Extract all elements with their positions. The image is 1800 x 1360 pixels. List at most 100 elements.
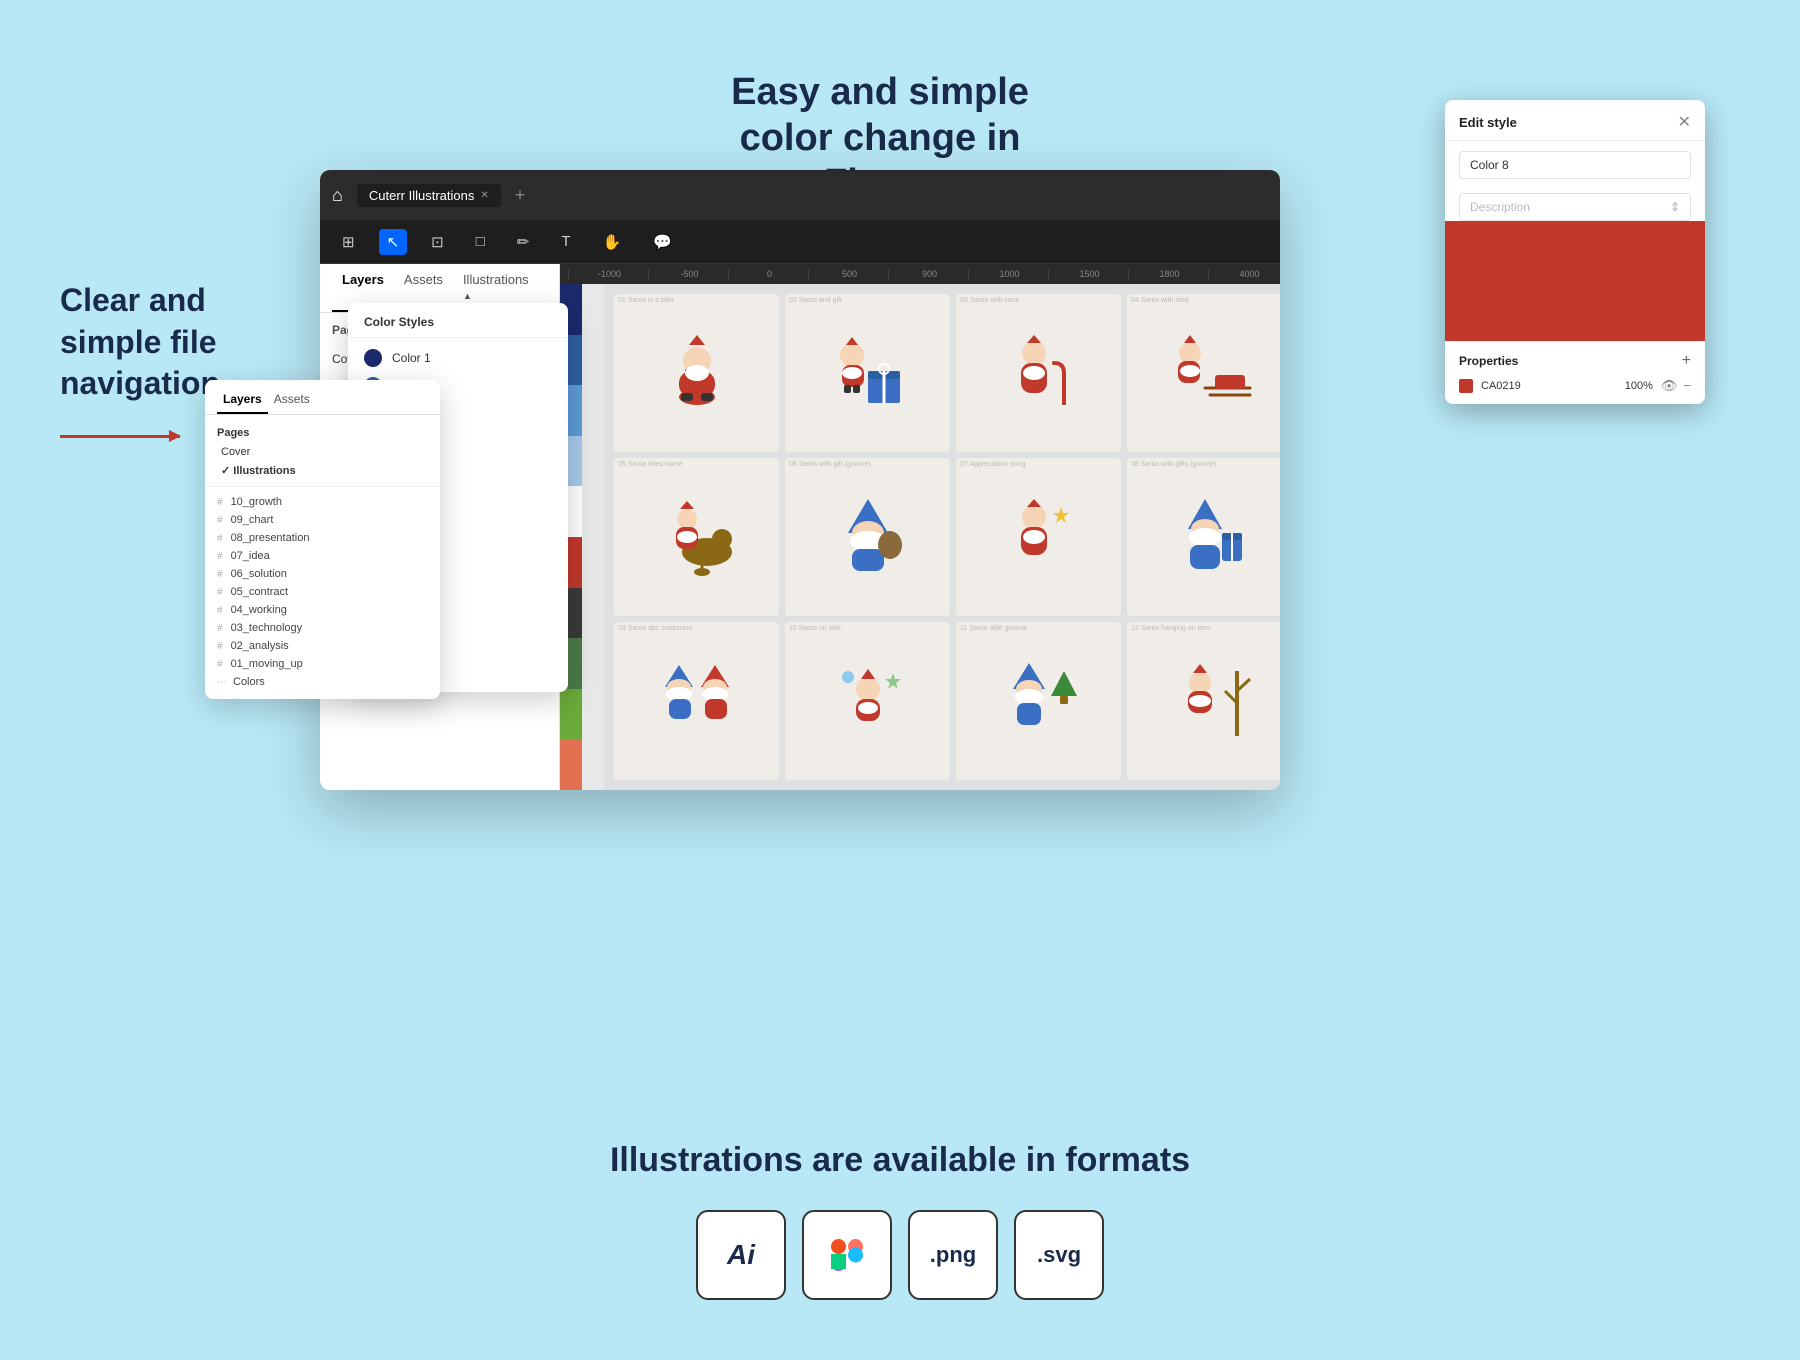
illus-svg-4 (1160, 333, 1260, 413)
ruler-4000: 4000 (1208, 269, 1280, 279)
color-preview-large (1445, 221, 1705, 341)
toolbar-text-btn[interactable]: T (553, 229, 578, 254)
layers-float-pages-label: Pages (205, 423, 440, 443)
property-hex-value: CA0219 (1481, 380, 1617, 392)
color-name-input[interactable] (1459, 151, 1691, 179)
layers-float-tab-layers[interactable]: Layers (217, 392, 268, 414)
illus-svg-6 (828, 497, 908, 577)
toolbar-grid-btn[interactable]: ⊞ (334, 229, 363, 255)
format-figma-box (802, 1210, 892, 1300)
float-layer-09-chart[interactable]: # 09_chart (205, 511, 440, 529)
hash-icon: # (217, 569, 223, 580)
float-layer-04-working[interactable]: # 04_working (205, 601, 440, 619)
illus-label-1: 01 Santa is a pilot (618, 297, 674, 304)
color-styles-title: Color Styles (348, 315, 568, 338)
add-tab-button[interactable]: + (509, 185, 532, 206)
float-layer-01-moving-up[interactable]: # 01_moving_up (205, 655, 440, 673)
svg-label: .svg (1037, 1242, 1081, 1268)
hash-icon: # (217, 587, 223, 598)
float-layer-08-presentation[interactable]: # 08_presentation (205, 529, 440, 547)
toolbar-comment-btn[interactable]: 💬 (645, 229, 680, 255)
hash-icon: # (217, 623, 223, 634)
add-property-btn[interactable]: + (1682, 352, 1691, 370)
illus-label-9: 09 Santa abc customize (618, 625, 693, 632)
illus-svg-12 (1165, 661, 1255, 741)
illus-cell-4: 04 Santa with sled (1127, 294, 1280, 452)
hash-icon: # (217, 605, 223, 616)
minus-icon[interactable]: − (1683, 378, 1691, 394)
figma-home-icon[interactable]: ⌂ (332, 185, 343, 206)
ai-label: Ai (727, 1239, 755, 1271)
properties-title: Properties (1459, 354, 1518, 368)
illus-label-2: 02 Santa and gift (789, 297, 842, 304)
toolbar-pen-btn[interactable]: ✏ (509, 229, 538, 255)
color-style-item-1[interactable]: Color 1 (348, 344, 568, 372)
ruler-900: 900 (888, 269, 968, 279)
layers-float-page-illustrations[interactable]: ✓ Illustrations (205, 461, 440, 480)
float-layer-03-technology[interactable]: # 03_technology (205, 619, 440, 637)
figma-tab-active[interactable]: Cuterr Illustrations ✕ (357, 184, 501, 207)
illus-svg-8 (1170, 497, 1250, 577)
property-color-dot (1459, 379, 1473, 393)
float-layer-02-analysis[interactable]: # 02_analysis (205, 637, 440, 655)
ruler-0: 0 (728, 269, 808, 279)
illus-label-8: 08 Santa with gifts (gnome) (1131, 461, 1216, 468)
hash-icon: # (217, 497, 223, 508)
figma-toolbar: ⊞ ↖ ⊡ □ ✏ T ✋ 💬 (320, 220, 1280, 264)
layers-floating-panel: Layers Assets Pages Cover ✓ Illustration… (205, 380, 440, 699)
illus-cell-12: 12 Santa hanging on item (1127, 622, 1280, 780)
strip-10 (560, 739, 582, 790)
layers-float-tabs: Layers Assets (205, 392, 440, 415)
strip-9 (560, 689, 582, 740)
toolbar-hand-btn[interactable]: ✋ (595, 229, 630, 255)
format-icons: Ai .png .svg (0, 1210, 1800, 1300)
illus-cell-7: 07 Appreciation song (956, 458, 1121, 616)
float-layer-05-contract[interactable]: # 05_contract (205, 583, 440, 601)
illus-svg-9 (657, 661, 737, 741)
color-swatch-1 (364, 349, 382, 367)
illus-label-7: 07 Appreciation song (960, 461, 1025, 468)
tab-close-icon[interactable]: ✕ (480, 190, 488, 201)
illus-svg-7 (999, 497, 1079, 577)
float-layer-10-growth[interactable]: # 10_growth (205, 493, 440, 511)
visibility-icon[interactable]: 👁 (1661, 378, 1678, 394)
illus-svg-2 (828, 333, 908, 413)
float-layer-07-idea[interactable]: # 07_idea (205, 547, 440, 565)
edit-style-close-btn[interactable]: ✕ (1678, 112, 1691, 132)
png-label: .png (930, 1242, 976, 1268)
illus-label-6: 06 Santa with gift (gnome) (789, 461, 871, 468)
canvas-illustration-grid: 01 Santa is a pilot (604, 284, 1280, 790)
description-field[interactable]: Description ⇕ (1459, 193, 1691, 221)
dots-icon: ⋯ (217, 677, 227, 688)
property-opacity: 100% (1625, 380, 1653, 392)
hash-icon: # (217, 533, 223, 544)
illus-svg-1 (657, 333, 737, 413)
float-layer-06-solution[interactable]: # 06_solution (205, 565, 440, 583)
illus-label-4: 04 Santa with sled (1131, 297, 1188, 304)
illus-label-5: 05 Santa rides horse (618, 461, 683, 468)
ruler-neg500: -500 (648, 269, 728, 279)
hash-icon: # (217, 659, 223, 670)
ruler-neg1000: -1000 (568, 269, 648, 279)
edit-style-title: Edit style (1459, 115, 1517, 130)
property-actions: 👁 − (1661, 378, 1691, 394)
layers-float-tab-assets[interactable]: Assets (268, 392, 316, 414)
illus-cell-10: 10 Santa on skis (785, 622, 950, 780)
layers-float-page-cover[interactable]: Cover (205, 443, 440, 461)
ruler-1000: 1000 (968, 269, 1048, 279)
toolbar-select-btn[interactable]: ↖ (379, 229, 408, 255)
figma-topbar: ⌂ Cuterr Illustrations ✕ + (320, 170, 1280, 220)
format-ai-box: Ai (696, 1210, 786, 1300)
toolbar-shape-btn[interactable]: □ (468, 229, 493, 254)
illus-label-3: 03 Santa with cane (960, 297, 1020, 304)
illus-cell-1: 01 Santa is a pilot (614, 294, 779, 452)
illus-cell-3: 03 Santa with cane (956, 294, 1121, 452)
toolbar-frame-btn[interactable]: ⊡ (423, 229, 452, 255)
float-layer-colors[interactable]: ⋯ Colors (205, 673, 440, 691)
figma-icon (827, 1235, 867, 1275)
property-row: CA0219 100% 👁 − (1459, 378, 1691, 394)
desc-placeholder: Description (1470, 200, 1530, 214)
illus-label-10: 10 Santa on skis (789, 625, 841, 632)
illus-svg-3 (999, 333, 1079, 413)
ruler-marks: -1000 -500 0 500 900 1000 1500 1800 4000 (568, 269, 1280, 279)
